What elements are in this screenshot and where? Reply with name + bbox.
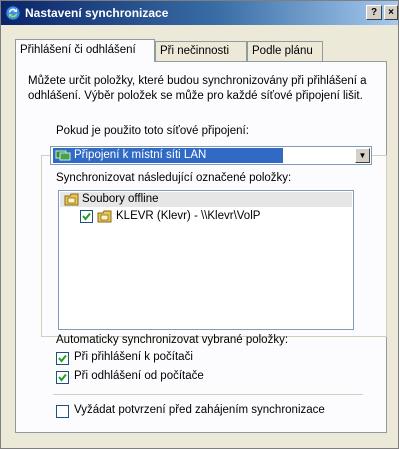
offline-folder-icon (97, 210, 113, 223)
confirm-label[interactable]: Vyžádat potvrzení před zahájením synchro… (74, 404, 325, 416)
sync-items-list[interactable]: Soubory offline KLEVR (Klevr) - \\Klevr\… (58, 190, 354, 330)
offline-folder-icon (64, 193, 80, 206)
description-text: Můžete určit položky, které budou synchr… (28, 75, 367, 102)
item-checkbox[interactable] (80, 210, 93, 223)
confirm-checkbox[interactable] (56, 405, 69, 418)
network-connection-icon (55, 150, 71, 161)
connection-label: Pokud je použito toto síťové připojení: (56, 125, 249, 137)
login-sync-label[interactable]: Při přihlášení k počítači (74, 351, 193, 363)
sync-icon (5, 5, 21, 21)
auto-sync-label: Automaticky synchronizovat vybrané polož… (56, 334, 289, 346)
window-title: Nastavení synchronizace (25, 6, 169, 20)
help-button[interactable]: ? (366, 5, 382, 20)
logout-sync-label[interactable]: Při odhlášení od počítače (74, 370, 204, 382)
logout-sync-checkbox[interactable] (56, 371, 69, 384)
sync-settings-dialog: Nastavení synchronizace ? × Přihlášení č… (0, 0, 399, 449)
list-group-header[interactable]: Soubory offline (60, 192, 352, 207)
tab-schedule[interactable]: Podle plánu (247, 41, 323, 61)
sync-items-label: Synchronizovat následující označené polo… (56, 172, 292, 184)
tab-idle[interactable]: Při nečinnosti (155, 41, 247, 61)
dropdown-selected-value: Připojení k místní síti LAN (53, 148, 283, 163)
section-divider (53, 394, 363, 395)
close-button[interactable]: × (384, 5, 398, 20)
title-bar[interactable]: Nastavení synchronizace ? × (1, 1, 398, 25)
tab-login-logout[interactable]: Přihlášení či odhlášení (15, 39, 155, 62)
connection-dropdown[interactable]: Připojení k místní síti LAN ▼ (50, 146, 372, 165)
login-sync-checkbox[interactable] (56, 352, 69, 365)
dropdown-selected-text: Připojení k místní síti LAN (74, 149, 207, 161)
dropdown-arrow-button[interactable]: ▼ (355, 148, 370, 163)
list-item-label: KLEVR (Klevr) - \\Klevr\VolP (116, 210, 261, 222)
list-group-title: Soubory offline (82, 193, 159, 205)
